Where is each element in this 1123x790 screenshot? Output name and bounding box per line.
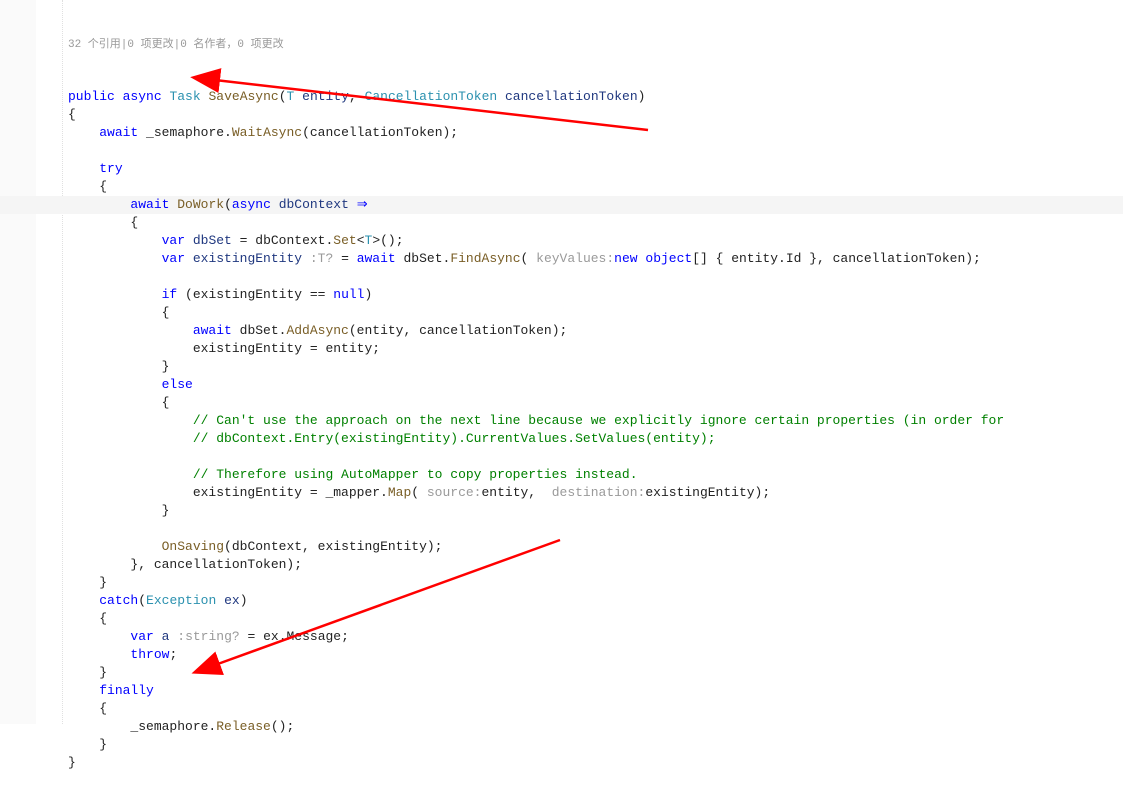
code-line[interactable]: OnSaving(dbContext, existingEntity); [68,538,1123,556]
code-line[interactable]: var existingEntity :T? = await dbSet.Fin… [68,250,1123,268]
code-line[interactable]: // Can't use the approach on the next li… [68,412,1123,430]
code-line[interactable]: await dbSet.AddAsync(entity, cancellatio… [68,322,1123,340]
code-line[interactable]: existingEntity = _mapper.Map( source:ent… [68,484,1123,502]
code-line[interactable]: var a :string? = ex.Message; [68,628,1123,646]
code-line[interactable]: } [68,502,1123,520]
code-line[interactable]: try [68,160,1123,178]
code-line[interactable]: } [68,574,1123,592]
code-line[interactable]: var dbSet = dbContext.Set<T>(); [68,232,1123,250]
code-line[interactable]: { [68,304,1123,322]
code-line[interactable]: { [68,214,1123,232]
code-line[interactable]: await _semaphore.WaitAsync(cancellationT… [68,124,1123,142]
code-line[interactable]: { [68,106,1123,124]
code-line[interactable]: { [68,610,1123,628]
code-line[interactable]: if (existingEntity == null) [68,286,1123,304]
codelens-info[interactable]: 32 个引用|0 项更改|0 名作者，0 项更改 [68,38,1123,52]
code-line[interactable]: // Therefore using AutoMapper to copy pr… [68,466,1123,484]
code-line[interactable] [68,142,1123,160]
code-line[interactable]: await DoWork(async dbContext ⇒ [0,196,1123,214]
code-line[interactable]: { [68,394,1123,412]
code-editor[interactable]: 32 个引用|0 项更改|0 名作者，0 项更改 public async Ta… [62,0,1123,790]
code-line[interactable]: finally [68,682,1123,700]
code-line[interactable]: throw; [68,646,1123,664]
line-gutter [0,0,37,724]
outline-strip [36,0,63,724]
code-line[interactable] [68,268,1123,286]
code-line[interactable]: catch(Exception ex) [68,592,1123,610]
code-line[interactable]: } [68,736,1123,754]
code-line[interactable]: public async Task SaveAsync(T entity, Ca… [68,88,1123,106]
code-line[interactable]: // dbContext.Entry(existingEntity).Curre… [68,430,1123,448]
code-line[interactable] [68,448,1123,466]
code-line[interactable]: _semaphore.Release(); [68,718,1123,736]
code-line[interactable]: else [68,376,1123,394]
code-line[interactable]: }, cancellationToken); [68,556,1123,574]
code-line[interactable]: existingEntity = entity; [68,340,1123,358]
code-container: public async Task SaveAsync(T entity, Ca… [68,88,1123,772]
code-line[interactable]: } [68,358,1123,376]
code-line[interactable]: } [68,664,1123,682]
code-line[interactable]: { [68,178,1123,196]
code-line[interactable] [68,520,1123,538]
code-line[interactable]: { [68,700,1123,718]
code-line[interactable]: } [68,754,1123,772]
